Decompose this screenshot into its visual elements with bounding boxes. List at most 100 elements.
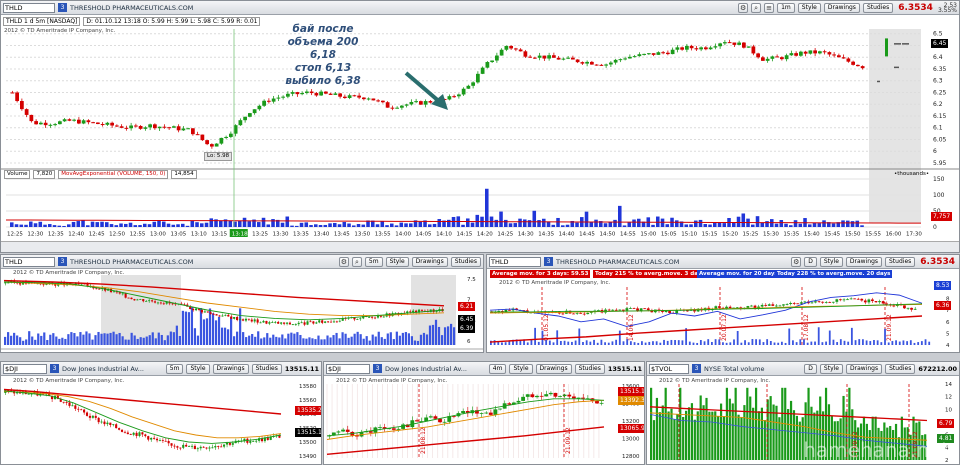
volume-bar	[76, 221, 81, 227]
main-period-button[interactable]: 1m	[777, 2, 795, 13]
mid-left-studies-button[interactable]: Studies	[450, 256, 481, 267]
volume-bar	[46, 340, 49, 345]
mid-right-style-button[interactable]: Style	[819, 256, 843, 267]
candle	[484, 412, 489, 414]
volume-bar	[556, 217, 560, 227]
volume-bar	[157, 332, 160, 345]
bot-left-style-button[interactable]: Style	[186, 363, 210, 374]
volume-bar	[571, 341, 573, 345]
gear-icon[interactable]: ⚙	[791, 256, 802, 267]
bot-left-studies-button[interactable]: Studies	[251, 363, 282, 374]
candle	[585, 61, 589, 64]
volume-bar	[711, 341, 713, 345]
candle	[42, 284, 45, 286]
link-icon[interactable]: 3	[58, 3, 67, 12]
main-scrollbar[interactable]	[1, 241, 959, 252]
volume-bar	[365, 336, 368, 345]
bot-right-symbol-input[interactable]: $TVOL	[649, 363, 689, 374]
volume-bar	[109, 332, 112, 345]
link-icon[interactable]: 3	[373, 364, 382, 373]
magnifier-icon[interactable]: ⌕	[751, 2, 762, 13]
candle	[910, 307, 913, 310]
mid-right-period-button[interactable]: D	[804, 256, 817, 267]
trend-red	[489, 315, 923, 343]
candle	[860, 66, 865, 69]
bot-mid-period-button[interactable]: 4m	[488, 363, 507, 374]
link-icon[interactable]: 3	[50, 364, 59, 373]
candle	[371, 98, 376, 101]
link-icon[interactable]: 3	[692, 364, 701, 373]
bot-left-red-label: 13535.24	[295, 406, 321, 415]
gear-icon[interactable]: ⚙	[738, 2, 749, 13]
volume-bar	[318, 225, 323, 227]
volume-bar	[769, 341, 772, 345]
mid-left-style-button[interactable]: Style	[385, 256, 409, 267]
volume-bar	[48, 224, 52, 227]
bot-right-studies-button[interactable]: Studies	[885, 363, 916, 374]
gear-icon[interactable]: ⚙	[338, 256, 349, 267]
mid-right-drawings-button[interactable]: Drawings	[845, 256, 882, 267]
candle	[822, 51, 827, 53]
candle	[110, 122, 114, 126]
time-tick-label: 15:50	[845, 232, 861, 238]
time-tick-label: 13:05	[170, 232, 186, 238]
candle	[206, 311, 209, 313]
time-tick-label: 14:55	[620, 232, 636, 238]
volume-bar	[663, 339, 665, 345]
candle	[48, 124, 53, 126]
bot-mid-drawings-button[interactable]: Drawings	[535, 363, 572, 374]
volume-bar	[371, 334, 374, 345]
mid-right-studies-button[interactable]: Studies	[885, 256, 916, 267]
main-drawings-button[interactable]: Drawings	[823, 2, 860, 13]
volume-bar	[386, 333, 389, 345]
time-tick-label: 12:40	[68, 232, 84, 238]
bot-right-drawings-button[interactable]: Drawings	[846, 363, 883, 374]
main-symbol-input[interactable]: THLD	[3, 2, 55, 13]
candle	[130, 297, 133, 300]
bot-mid-studies-button[interactable]: Studies	[574, 363, 605, 374]
bot-mid-style-button[interactable]: Style	[509, 363, 533, 374]
link-icon[interactable]: 3	[58, 257, 67, 266]
volume-bar	[754, 387, 758, 460]
volume-bar	[434, 319, 438, 345]
bars-icon[interactable]: ≡	[764, 2, 775, 13]
volume-bar	[136, 338, 139, 345]
candle	[461, 88, 466, 95]
candle	[704, 47, 708, 50]
bot-right-period-button[interactable]: D	[804, 363, 817, 374]
volume-bar	[293, 333, 296, 345]
candle	[300, 322, 303, 324]
candle	[145, 300, 148, 302]
magnifier-icon[interactable]: ⌕	[351, 256, 362, 267]
bot-right-style-button[interactable]: Style	[819, 363, 843, 374]
bot-mid-symbol-input[interactable]: $DJI	[326, 363, 370, 374]
main-style-button[interactable]: Style	[797, 2, 821, 13]
link-icon[interactable]: 3	[544, 257, 553, 266]
bot-left-drawings-button[interactable]: Drawings	[212, 363, 249, 374]
volume-bar	[163, 340, 166, 345]
time-tick-label: 12:50	[109, 232, 125, 238]
bot-left-period-button[interactable]: 5m	[165, 363, 184, 374]
volume-bar	[749, 396, 752, 460]
candle	[699, 47, 703, 50]
time-tick-label: 12:30	[27, 232, 43, 238]
candle	[276, 97, 281, 99]
volume-bar	[181, 310, 184, 345]
mid-left-period-button[interactable]: 5m	[364, 256, 383, 267]
candle	[507, 403, 512, 405]
mid-right-symbol-input[interactable]: THLD	[489, 256, 541, 267]
mid-left-drawings-button[interactable]: Drawings	[411, 256, 448, 267]
candle	[742, 42, 746, 48]
candle	[774, 305, 778, 307]
main-studies-button[interactable]: Studies	[862, 2, 894, 13]
bot-left-symbol-input[interactable]: $DJI	[3, 363, 47, 374]
candle	[192, 309, 195, 311]
time-tick-label: 12:45	[89, 232, 105, 238]
volume-bar	[777, 342, 780, 345]
candle	[156, 302, 159, 304]
candle	[257, 105, 262, 110]
volume-bar	[594, 219, 598, 227]
mid-left-symbol-input[interactable]: THLD	[3, 256, 55, 267]
volume-bar	[106, 333, 109, 345]
volume-bar	[608, 222, 613, 227]
